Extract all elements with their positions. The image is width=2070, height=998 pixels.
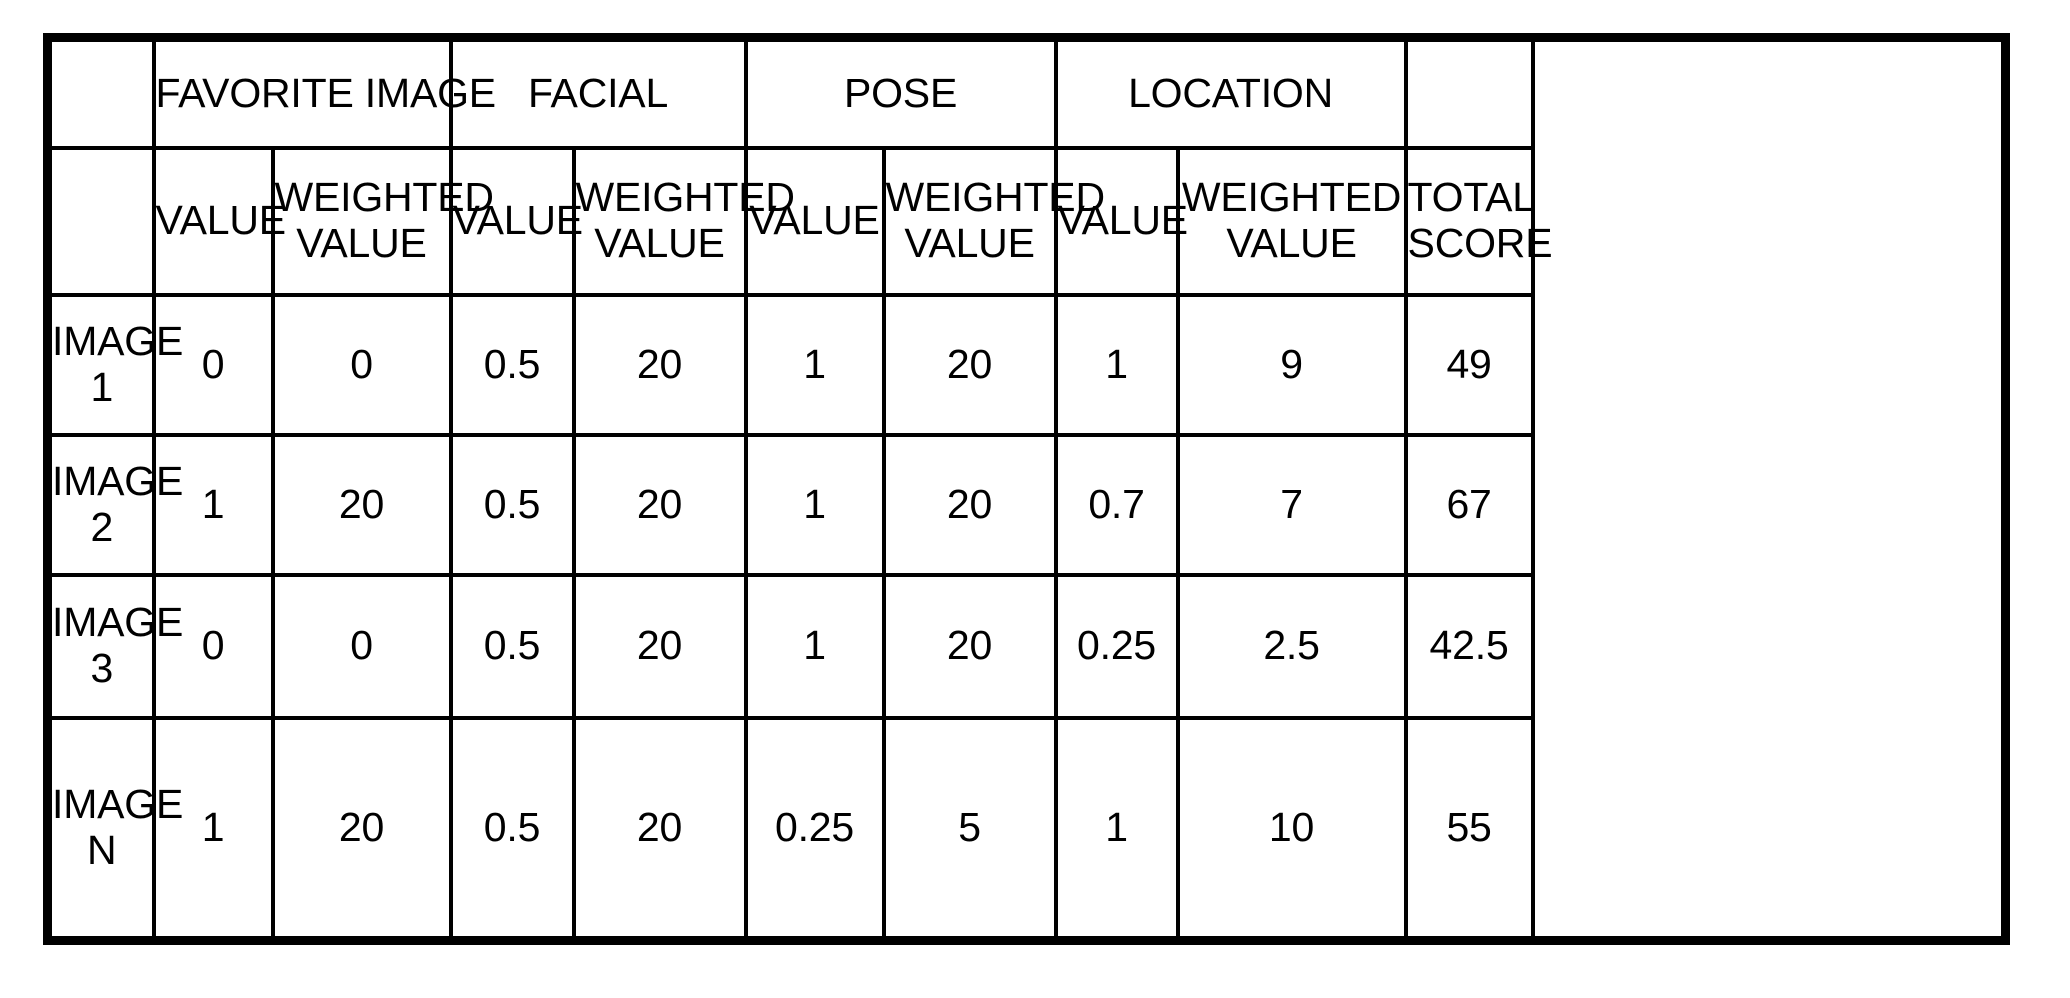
- sub-header-facial-weighted-value: WEIGHTED VALUE: [571, 145, 795, 297]
- cell-pose-weighted: 5: [881, 715, 1058, 943]
- cell-facial-value: 0.5: [448, 572, 576, 720]
- group-header-total-spacer: [1403, 35, 1535, 150]
- cell-location-weighted: 2.5: [1175, 572, 1408, 720]
- corner-spacer-cell: [45, 35, 156, 150]
- sub-header-pose-value: VALUE: [743, 145, 886, 297]
- cell-facial-weighted: 20: [571, 572, 748, 720]
- sub-header-facial-value: VALUE: [448, 145, 583, 297]
- cell-pose-value: 1: [743, 572, 886, 720]
- cell-favorite-weighted: 0: [270, 572, 453, 720]
- table-row: IMAGE 2 1 20 0.5 20 1 20 0.7 7 67: [45, 432, 2006, 577]
- cell-total-score: 55: [1403, 715, 1535, 943]
- cell-location-weighted: 7: [1175, 432, 1408, 577]
- group-header-pose: POSE: [743, 35, 1058, 150]
- table-row: IMAGE N 1 20 0.5 20 0.25 5 1 10 55: [45, 715, 2006, 943]
- cell-location-value: 1: [1053, 292, 1180, 437]
- cell-pose-value: 1: [743, 292, 886, 437]
- cell-pose-weighted: 20: [881, 432, 1058, 577]
- cell-total-score: 42.5: [1403, 572, 1535, 720]
- row-label-image-n: IMAGE N: [45, 715, 183, 943]
- image-score-table: FAVORITE IMAGE FACIAL POSE LOCATION VALU…: [43, 33, 2011, 945]
- page-canvas: FAVORITE IMAGE FACIAL POSE LOCATION VALU…: [0, 0, 2070, 998]
- cell-favorite-value: 0: [151, 572, 275, 720]
- row-label-image-3: IMAGE 3: [45, 572, 183, 720]
- group-header-favorite-image: FAVORITE IMAGE: [151, 35, 496, 150]
- cell-favorite-weighted: 20: [270, 432, 453, 577]
- cell-facial-weighted: 20: [571, 432, 748, 577]
- cell-pose-weighted: 20: [881, 292, 1058, 437]
- sub-header-total-score: TOTAL SCORE: [1403, 145, 1553, 297]
- cell-location-weighted: 9: [1175, 292, 1408, 437]
- group-header-location: LOCATION: [1053, 35, 1408, 150]
- cell-favorite-weighted: 20: [270, 715, 453, 943]
- cell-facial-weighted: 20: [571, 715, 748, 943]
- sub-header-favorite-value: VALUE: [151, 145, 286, 297]
- cell-location-value: 0.25: [1053, 572, 1180, 720]
- cell-facial-value: 0.5: [448, 292, 576, 437]
- cell-pose-weighted: 20: [881, 572, 1058, 720]
- cell-location-weighted: 10: [1175, 715, 1408, 943]
- sub-header-pose-weighted-value: WEIGHTED VALUE: [881, 145, 1105, 297]
- row-label-header-cell: [45, 145, 156, 297]
- cell-favorite-value: 0: [151, 292, 275, 437]
- table-row: IMAGE 3 0 0 0.5 20 1 20 0.25 2.5 42.5: [45, 572, 2006, 720]
- sub-header-location-weighted-value: WEIGHTED VALUE: [1175, 145, 1408, 297]
- cell-pose-value: 0.25: [743, 715, 886, 943]
- cell-pose-value: 1: [743, 432, 886, 577]
- cell-facial-value: 0.5: [448, 715, 576, 943]
- cell-facial-value: 0.5: [448, 432, 576, 577]
- sub-header-favorite-weighted-value: WEIGHTED VALUE: [270, 145, 494, 297]
- table-sub-header-row: VALUE WEIGHTED VALUE VALUE WEIGHTED VALU…: [45, 145, 2006, 297]
- cell-location-value: 1: [1053, 715, 1180, 943]
- cell-favorite-value: 1: [151, 715, 275, 943]
- cell-favorite-value: 1: [151, 432, 275, 577]
- row-label-image-1: IMAGE 1: [45, 292, 183, 437]
- cell-total-score: 67: [1403, 432, 1535, 577]
- cell-facial-weighted: 20: [571, 292, 748, 437]
- table-group-header-row: FAVORITE IMAGE FACIAL POSE LOCATION: [45, 35, 2006, 150]
- table-row: IMAGE 1 0 0 0.5 20 1 20 1 9 49: [45, 292, 2006, 437]
- cell-location-value: 0.7: [1053, 432, 1180, 577]
- cell-total-score: 49: [1403, 292, 1535, 437]
- sub-header-location-value: VALUE: [1053, 145, 1188, 297]
- cell-favorite-weighted: 0: [270, 292, 453, 437]
- row-label-image-2: IMAGE 2: [45, 432, 183, 577]
